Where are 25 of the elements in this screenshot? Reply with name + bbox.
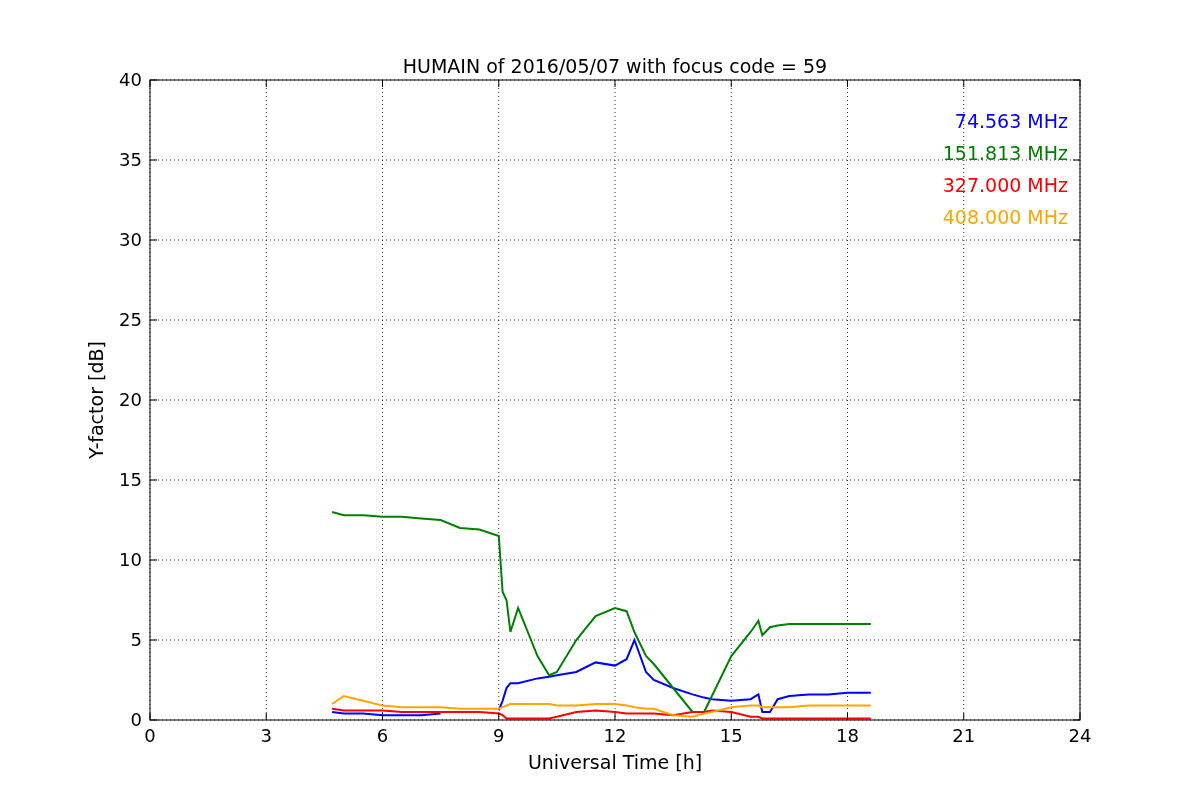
- legend-entry: 327.000 MHz: [942, 174, 1068, 196]
- x-tick-label: 12: [603, 725, 627, 746]
- x-tick-label: 15: [719, 725, 743, 746]
- x-tick-label: 6: [376, 725, 389, 746]
- y-tick-label: 15: [119, 469, 142, 490]
- legend-entry: 74.563 MHz: [954, 110, 1068, 132]
- y-tick-label: 30: [119, 229, 142, 250]
- x-tick-label: 9: [493, 725, 505, 746]
- y-tick-label: 10: [119, 549, 142, 570]
- legend-entry: 408.000 MHz: [942, 206, 1068, 228]
- x-tick-label: 3: [260, 725, 272, 746]
- y-tick-label: 40: [119, 69, 142, 90]
- y-tick-label: 25: [119, 309, 142, 330]
- legend-entry: 151.813 MHz: [942, 142, 1068, 164]
- y-tick-label: 5: [130, 629, 142, 650]
- x-tick-label: 24: [1068, 725, 1092, 746]
- x-axis-label: Universal Time [h]: [527, 751, 703, 773]
- y-tick-label: 35: [119, 149, 142, 170]
- y-tick-label: 20: [119, 389, 142, 410]
- chart-title: HUMAIN of 2016/05/07 with focus code = 59: [402, 55, 828, 77]
- y-axis-label: Y-factor [dB]: [85, 341, 107, 459]
- y-tick-label: 0: [130, 709, 142, 730]
- x-tick-label: 21: [952, 725, 976, 746]
- x-tick-label: 18: [836, 725, 859, 746]
- x-tick-label: 0: [144, 725, 156, 746]
